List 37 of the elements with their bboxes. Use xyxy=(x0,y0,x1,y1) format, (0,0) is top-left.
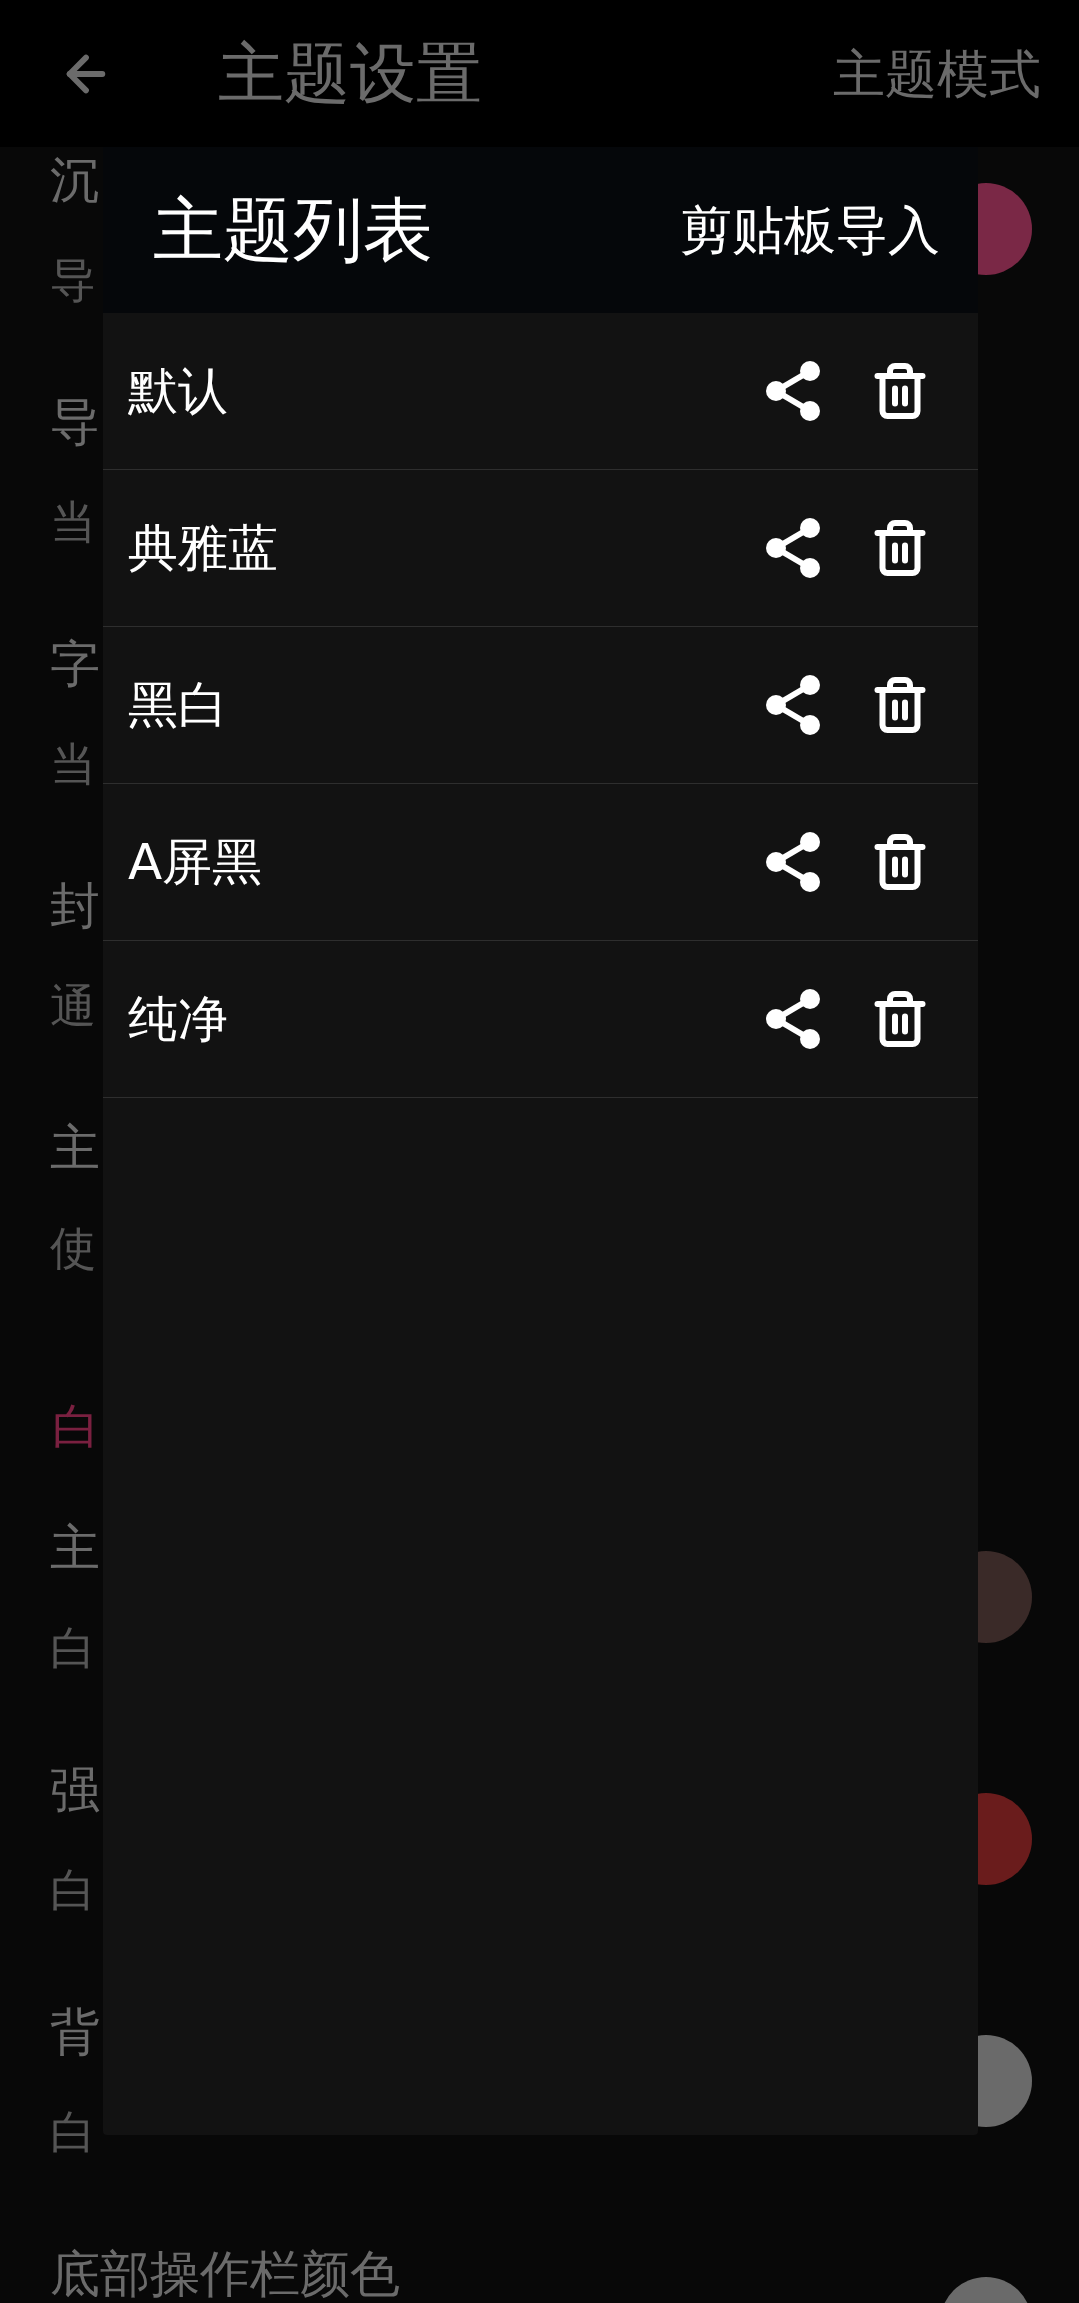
theme-name: A屏黑 xyxy=(128,831,263,893)
share-icon[interactable] xyxy=(764,988,822,1050)
theme-row[interactable]: 纯净 xyxy=(103,941,978,1098)
setting-subtitle: 白 xyxy=(50,2104,97,2161)
setting-title: 字 xyxy=(50,634,100,694)
setting-title: 沉 xyxy=(50,150,100,210)
share-icon[interactable] xyxy=(764,360,822,422)
setting-title: 强 xyxy=(50,1760,100,1820)
setting-title: 导 xyxy=(50,392,100,452)
setting-title: 主 xyxy=(50,1518,100,1578)
setting-subtitle: 导 xyxy=(50,252,97,309)
theme-row[interactable]: 默认 xyxy=(103,313,978,470)
theme-row[interactable]: 黑白 xyxy=(103,627,978,784)
page-title: 主题设置 xyxy=(218,34,482,114)
setting-title: 背 xyxy=(50,2002,100,2062)
setting-title: 底部操作栏颜色 xyxy=(50,2244,400,2303)
theme-row[interactable]: A屏黑 xyxy=(103,784,978,941)
setting-subtitle: 白 xyxy=(50,1620,97,1677)
theme-name: 默认 xyxy=(128,360,228,422)
theme-mode-button[interactable]: 主题模式 xyxy=(833,34,1041,113)
theme-row[interactable]: 典雅蓝 xyxy=(103,470,978,627)
theme-name: 纯净 xyxy=(128,988,228,1050)
setting-subtitle: 通 xyxy=(50,978,97,1035)
setting-subtitle: 白 xyxy=(50,1862,97,1919)
share-icon[interactable] xyxy=(764,517,822,579)
setting-title: 封 xyxy=(50,876,100,936)
setting-subtitle: 使 xyxy=(50,1220,97,1277)
setting-subtitle: 当 xyxy=(50,736,97,793)
section-header: 白 xyxy=(52,1398,100,1454)
setting-title: 主 xyxy=(50,1118,100,1178)
setting-subtitle: 当 xyxy=(50,494,97,551)
theme-name: 黑白 xyxy=(128,674,228,736)
clipboard-import-button[interactable]: 剪贴板导入 xyxy=(680,191,940,269)
share-icon[interactable] xyxy=(764,831,822,893)
dialog-title: 主题列表 xyxy=(153,187,433,273)
theme-name: 典雅蓝 xyxy=(128,517,278,579)
share-icon[interactable] xyxy=(764,674,822,736)
